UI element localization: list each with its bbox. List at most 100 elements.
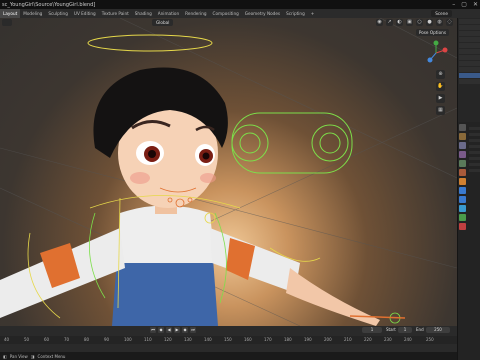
tab-layout[interactable]: Layout bbox=[0, 9, 21, 18]
outliner-row[interactable] bbox=[459, 31, 480, 36]
wireframe-shading-icon[interactable]: ○ bbox=[416, 19, 423, 26]
outliner-row[interactable] bbox=[459, 49, 480, 54]
editor-type-button[interactable] bbox=[2, 19, 12, 26]
outliner-row[interactable] bbox=[459, 25, 480, 30]
tab-shading[interactable]: Shading bbox=[132, 9, 155, 18]
visibility-icon[interactable]: ◉ bbox=[376, 19, 383, 26]
jump-start-icon[interactable]: ⏮ bbox=[150, 327, 156, 333]
timeline-controls: ⏮ ◆ ◀ ▶ ◆ ⏭ 1 Start 1 End 250 bbox=[0, 326, 457, 335]
current-frame-field[interactable]: 1 bbox=[362, 327, 382, 333]
properties-panel[interactable] bbox=[457, 122, 480, 360]
frame-tick: 210 bbox=[344, 337, 352, 342]
maximize-button[interactable]: ▢ bbox=[461, 1, 467, 8]
frame-tick: 40 bbox=[4, 337, 10, 342]
frame-tick: 220 bbox=[364, 337, 372, 342]
timeline[interactable]: ⏮ ◆ ◀ ▶ ◆ ⏭ 1 Start 1 End 250 40 50 60 7… bbox=[0, 326, 457, 352]
eye-target-rig bbox=[231, 112, 353, 174]
tab-sculpting[interactable]: Sculpting bbox=[45, 9, 71, 18]
play-reverse-icon[interactable]: ◀ bbox=[166, 327, 172, 333]
viewport-scene bbox=[0, 18, 457, 326]
outliner-row[interactable] bbox=[459, 19, 480, 24]
world-tab-icon[interactable] bbox=[459, 169, 466, 176]
start-label: Start bbox=[386, 327, 396, 332]
playback-controls: ⏮ ◆ ◀ ▶ ◆ ⏭ bbox=[150, 327, 196, 333]
workspace-bar: Layout Modeling Sculpting UV Editing Tex… bbox=[0, 9, 480, 18]
frame-tick: 70 bbox=[64, 337, 70, 342]
frame-tick: 110 bbox=[144, 337, 152, 342]
window-controls: – ▢ ✕ bbox=[452, 1, 478, 8]
zoom-icon[interactable]: ⊕ bbox=[436, 70, 445, 79]
outliner-row[interactable] bbox=[459, 61, 480, 66]
rendered-shading-icon[interactable]: ◌ bbox=[446, 19, 453, 26]
mouse-icon: ◧ bbox=[3, 353, 7, 359]
jump-end-icon[interactable]: ⏭ bbox=[190, 327, 196, 333]
render-tab-icon[interactable] bbox=[459, 133, 466, 140]
tab-modeling[interactable]: Modeling bbox=[20, 9, 45, 18]
viewport-shading-buttons: ◉ ↗ ◐ ▣ ○ ● ◍ ◌ bbox=[376, 19, 453, 26]
tab-animation[interactable]: Animation bbox=[155, 9, 182, 18]
timeline-ruler[interactable]: 40 50 60 70 80 90 100 110 120 130 140 15… bbox=[0, 336, 457, 344]
pan-hand-icon[interactable]: ✋ bbox=[436, 82, 445, 91]
frame-tick: 80 bbox=[84, 337, 90, 342]
navigation-gizmo[interactable] bbox=[423, 40, 449, 66]
outliner-row[interactable] bbox=[459, 67, 480, 72]
end-label: End bbox=[416, 327, 424, 332]
scene-selector[interactable]: Scene bbox=[431, 10, 452, 17]
outliner-row[interactable] bbox=[459, 55, 480, 60]
output-tab-icon[interactable] bbox=[459, 142, 466, 149]
frame-tick: 150 bbox=[224, 337, 232, 342]
status-pan-view: Pan View bbox=[9, 353, 28, 359]
file-path: sc_YoungGirl\Source\YoungGirl.blend] bbox=[2, 1, 96, 8]
physics-tab-icon[interactable] bbox=[459, 205, 466, 212]
add-workspace-button[interactable]: + bbox=[308, 9, 318, 18]
close-button[interactable]: ✕ bbox=[473, 1, 478, 8]
left-cheek bbox=[130, 172, 150, 184]
outliner-row[interactable] bbox=[459, 79, 480, 84]
right-cheek bbox=[200, 173, 216, 183]
modifier-tab-icon[interactable] bbox=[459, 187, 466, 194]
data-tab-icon[interactable] bbox=[459, 214, 466, 221]
material-shading-icon[interactable]: ◍ bbox=[436, 19, 443, 26]
frame-tick: 240 bbox=[404, 337, 412, 342]
tab-rendering[interactable]: Rendering bbox=[182, 9, 209, 18]
solid-shading-icon[interactable]: ● bbox=[426, 19, 433, 26]
particles-tab-icon[interactable] bbox=[459, 196, 466, 203]
frame-tick: 90 bbox=[104, 337, 110, 342]
frame-tick: 140 bbox=[204, 337, 212, 342]
tab-compositing[interactable]: Compositing bbox=[210, 9, 242, 18]
scene-tab-icon[interactable] bbox=[459, 160, 466, 167]
outliner-row[interactable] bbox=[459, 43, 480, 48]
material-tab-icon[interactable] bbox=[459, 223, 466, 230]
outliner-row-selected[interactable] bbox=[459, 73, 480, 78]
3d-viewport[interactable]: Global ◉ ↗ ◐ ▣ ○ ● ◍ ◌ Pose Options ⊕ ✋ … bbox=[0, 18, 457, 336]
shirt bbox=[118, 205, 215, 263]
tool-tab-icon[interactable] bbox=[459, 124, 466, 131]
tab-texture-paint[interactable]: Texture Paint bbox=[99, 9, 132, 18]
frame-tick: 120 bbox=[164, 337, 172, 342]
viewport-header: Global ◉ ↗ ◐ ▣ ○ ● ◍ ◌ bbox=[0, 18, 457, 28]
transform-orientation-selector[interactable]: Global bbox=[152, 19, 174, 26]
pose-options-button[interactable]: Pose Options bbox=[415, 29, 449, 36]
play-icon[interactable]: ▶ bbox=[174, 327, 180, 333]
start-frame-field[interactable]: 1 bbox=[398, 327, 412, 333]
tab-geometry-nodes[interactable]: Geometry Nodes bbox=[242, 9, 283, 18]
left-pupil bbox=[148, 150, 156, 158]
end-frame-field[interactable]: 250 bbox=[426, 327, 450, 333]
next-keyframe-icon[interactable]: ◆ bbox=[182, 327, 188, 333]
outliner-row[interactable] bbox=[459, 37, 480, 42]
view-layer-tab-icon[interactable] bbox=[459, 151, 466, 158]
object-tab-icon[interactable] bbox=[459, 178, 466, 185]
minimize-button[interactable]: – bbox=[452, 1, 455, 8]
outliner-panel[interactable] bbox=[457, 18, 480, 122]
prev-keyframe-icon[interactable]: ◆ bbox=[158, 327, 164, 333]
tab-uv-editing[interactable]: UV Editing bbox=[71, 9, 99, 18]
tab-scripting[interactable]: Scripting bbox=[283, 9, 308, 18]
camera-icon[interactable]: ▶ bbox=[436, 94, 445, 103]
xray-icon[interactable]: ▣ bbox=[406, 19, 413, 26]
overlay-icon[interactable]: ◐ bbox=[396, 19, 403, 26]
frame-tick: 190 bbox=[304, 337, 312, 342]
status-context-menu: Context Menu bbox=[37, 353, 66, 359]
gizmo-icon[interactable]: ↗ bbox=[386, 19, 393, 26]
grid-icon[interactable]: ▦ bbox=[436, 106, 445, 115]
frame-tick: 170 bbox=[264, 337, 272, 342]
